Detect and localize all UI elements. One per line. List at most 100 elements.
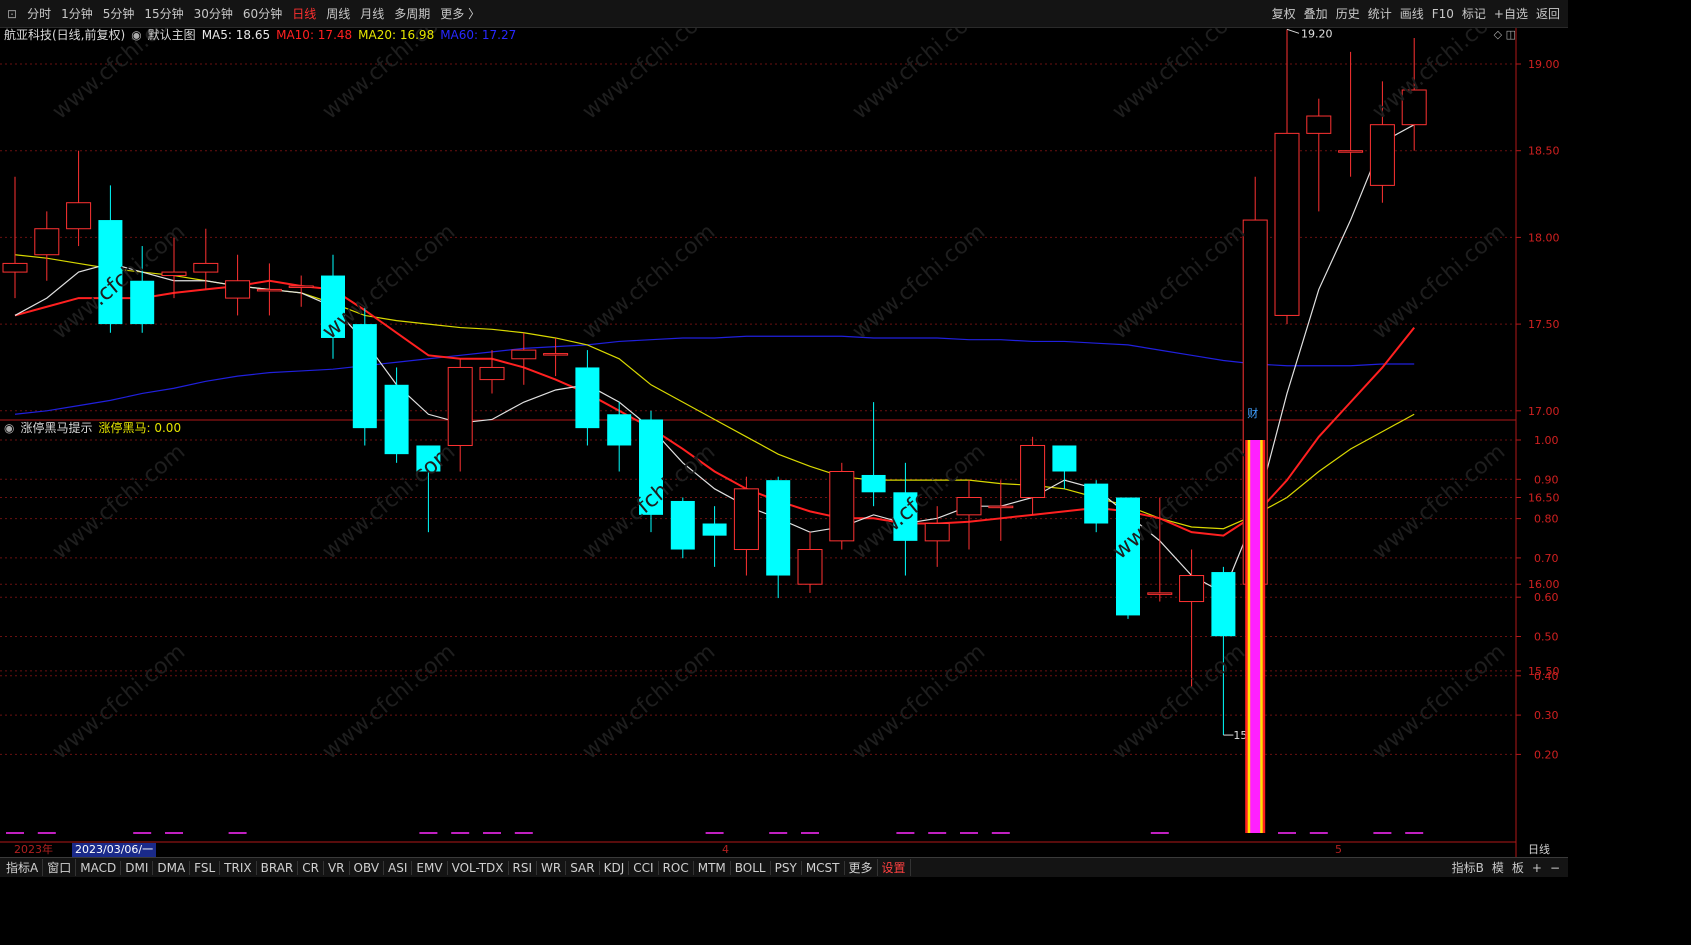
indicator-tab-0[interactable]: 指标A [2,859,44,876]
tool-button-6[interactable]: 标记 [1462,5,1486,22]
window-controls[interactable]: ◇ ◫ [1494,28,1516,41]
indicator-tab-6[interactable]: TRIX [220,860,257,875]
candle-body-up [1306,115,1332,134]
main-indicator-label[interactable]: 默认主图 [148,26,196,43]
stock-title[interactable]: 航亚科技(日线,前复权) [4,26,125,43]
main-tick-label: 16.50 [1528,492,1560,505]
sub-tick-label: 0.90 [1534,473,1559,486]
tool-button-7[interactable]: +自选 [1494,5,1528,22]
tool-button-3[interactable]: 统计 [1368,5,1392,22]
sub-tick-label: 0.70 [1534,552,1559,565]
indicator-tab-10[interactable]: OBV [350,860,385,875]
indicator-tab-20[interactable]: MTM [694,860,731,875]
tool-button-4[interactable]: 画线 [1400,5,1424,22]
period-tab-4[interactable]: 30分钟 [194,5,233,22]
indicator-tab-19[interactable]: ROC [659,860,694,875]
indicator-tab-25[interactable]: 设置 [878,859,911,876]
high-pointer [1286,28,1300,34]
main-tick-label: 17.00 [1528,405,1560,418]
indicator-tab-13[interactable]: VOL-TDX [448,860,509,875]
main-indicator-icon[interactable]: ◉ [131,28,141,42]
sub-indicator-icon[interactable]: ◉ [4,421,14,435]
indicator-tab-24[interactable]: 更多 [845,859,878,876]
ma10-line [14,279,1415,537]
watermark: www.cfchi.com [848,219,990,344]
tool-button-1[interactable]: 叠加 [1304,5,1328,22]
indicator-tab-8[interactable]: CR [298,860,324,875]
bottom-control-2[interactable]: 板 [1512,859,1524,876]
kline-chart[interactable]: 15.5016.0016.5017.0017.5018.0018.5019.00… [0,0,1568,876]
candle-body-up [479,366,505,381]
sub-indicator-name[interactable]: 涨停黑马提示 [20,419,92,436]
bottom-control-1[interactable]: 模 [1492,859,1504,876]
candle-body-down [702,523,727,536]
sub-tick-label: 0.60 [1534,591,1559,604]
ma20-label: MA20: 16.98 [358,27,435,42]
main-tick-label: 16.00 [1528,578,1560,591]
candle-body-up [161,271,187,277]
indicator-tab-11[interactable]: ASI [384,860,413,875]
candle-body-down [766,480,791,576]
candle-body-down [384,384,409,455]
indicator-tab-7[interactable]: BRAR [257,860,299,875]
sub-tick-label: 0.50 [1534,631,1559,644]
watermark: www.cfchi.com [578,639,720,764]
indicator-tab-1[interactable]: 窗口 [43,859,77,876]
period-tab-2[interactable]: 5分钟 [103,5,135,22]
period-tab-3[interactable]: 15分钟 [144,5,183,22]
period-tab-10[interactable]: 更多 〉 [440,5,480,22]
bottom-tabbar: 指标A 窗口 MACD DMI DMA FSL TRIX BRAR CR VR OBV ASI EMV V… [0,857,1568,877]
bottom-control-0[interactable]: 指标B [1452,859,1484,876]
bottom-control-4[interactable]: − [1550,861,1560,875]
candle-body-down [1052,445,1077,472]
month-5-label: 5 [1335,843,1342,856]
indicator-tab-23[interactable]: MCST [802,860,845,875]
top-toolbar: ⊡ 分时 1分钟 5分钟 15分钟 30分钟 60分钟 日线 周线 月线 多周期 更多 〉 复权 叠加历… [0,0,1568,28]
tool-button-8[interactable]: 返回 [1536,5,1560,22]
indicator-tab-4[interactable]: DMA [153,860,191,875]
indicator-tab-3[interactable]: DMI [121,860,154,875]
indicator-tab-9[interactable]: VR [324,860,350,875]
indicator-tab-12[interactable]: EMV [412,860,448,875]
tool-button-0[interactable]: 复权 [1272,5,1296,22]
period-tab-6[interactable]: 日线 [292,5,316,22]
watermark: www.cfchi.com [318,439,460,564]
period-tab-7[interactable]: 周线 [326,5,350,22]
indicator-tab-14[interactable]: RSI [509,860,538,875]
tool-button-5[interactable]: F10 [1432,7,1454,21]
candle-body-up [1338,150,1364,153]
period-tab-9[interactable]: 多周期 [394,5,430,22]
period-tab-8[interactable]: 月线 [360,5,384,22]
candle-body-up [193,262,219,273]
sub-indicator-value: 涨停黑马: 0.00 [98,421,182,435]
indicator-tab-22[interactable]: PSY [771,860,802,875]
candle-body-up [256,288,282,292]
watermark: www.cfchi.com [1108,219,1250,344]
watermark: www.cfchi.com [1368,639,1510,764]
candle-body-up [988,505,1014,509]
indicator-tab-18[interactable]: CCI [629,860,659,875]
tool-button-2[interactable]: 历史 [1336,5,1360,22]
bottom-control-3[interactable]: + [1532,861,1542,875]
main-header: 航亚科技(日线,前复权) ◉ 默认主图 MA5: 18.65 MA10: 17.… [4,26,522,43]
indicator-tab-15[interactable]: WR [537,860,567,875]
main-tick-label: 18.50 [1528,145,1560,158]
period-tab-5[interactable]: 60分钟 [243,5,282,22]
candle-body-up [66,202,92,230]
menu-icon[interactable]: ⊡ [7,7,17,21]
candle-body-down [575,367,600,429]
candle-body-up [924,523,950,542]
period-tab-0[interactable]: 分时 [27,5,51,22]
period-tab-1[interactable]: 1分钟 [61,5,93,22]
indicator-tab-5[interactable]: FSL [190,860,221,875]
indicator-tab-17[interactable]: KDJ [600,860,630,875]
bottom-right-controls: 指标B 模板 + − [1448,858,1564,877]
indicator-tab-21[interactable]: BOLL [731,860,771,875]
indicator-tab-2[interactable]: MACD [76,860,122,875]
candle-body-down [607,414,632,446]
watermark: www.cfchi.com [1108,639,1250,764]
candle-body-up [1369,124,1395,186]
main-tick-label: 19.00 [1528,58,1560,71]
indicator-tab-16[interactable]: SAR [566,860,600,875]
candle-body-up [2,262,28,273]
